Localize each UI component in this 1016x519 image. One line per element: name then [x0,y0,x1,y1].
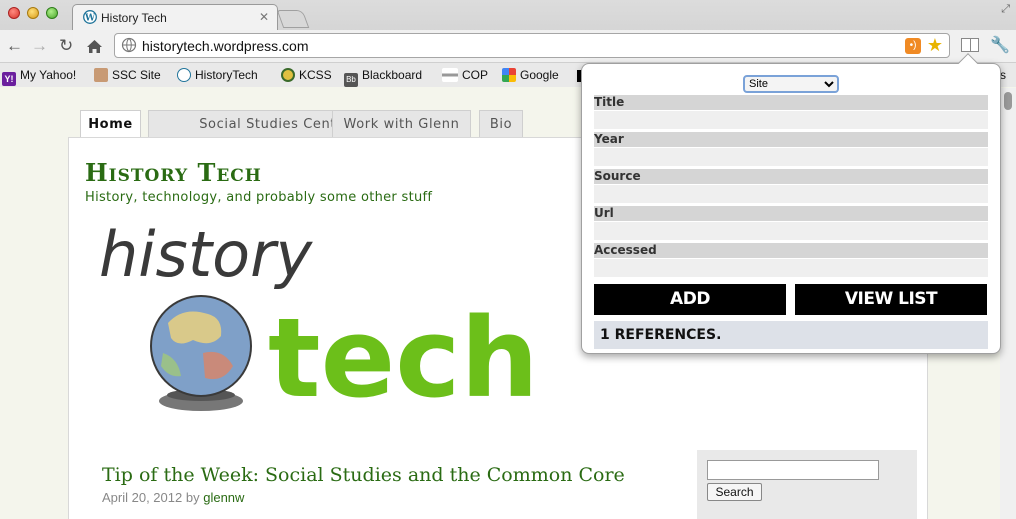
url-text: historytech.wordpress.com [142,38,309,54]
globe-icon [121,37,137,53]
bookmark-historytech[interactable]: HistoryTech [177,68,258,82]
cop-icon [442,68,458,82]
post-by: by [185,490,200,505]
person-icon [94,68,108,82]
yahoo-icon: Y! [2,72,16,86]
url-label: Url [594,206,988,221]
tab-title: History Tech [101,11,167,25]
home-icon[interactable] [86,39,103,54]
source-label: Source [594,169,988,184]
book-extension-icon[interactable] [961,38,979,52]
page-scrollbar[interactable] [1000,88,1016,519]
wrench-icon[interactable]: 🔧 [990,35,1010,55]
bookmark-star-icon[interactable]: ★ [927,35,943,56]
close-window-button[interactable] [8,7,20,19]
nav-tab-bio[interactable]: Bio [479,110,523,138]
history-tech-logo[interactable]: history tech [83,218,543,428]
nav-tab-work-with-glenn[interactable]: Work with Glenn [332,110,471,138]
add-button[interactable]: ADD [594,284,786,315]
accessed-field[interactable] [594,259,988,277]
post-author-link[interactable]: glennw [203,490,244,505]
reload-icon[interactable]: ↻ [59,36,73,56]
bookmark-my-yahoo[interactable]: Y! My Yahoo! [2,68,76,86]
bookmark-cop[interactable]: COP [442,68,488,82]
source-field[interactable] [594,185,988,203]
zoom-window-button[interactable] [46,7,58,19]
site-title[interactable]: History Tech [85,158,262,187]
new-tab-button[interactable] [276,10,310,28]
citation-popup: Site Title Year Source Url Accessed ADD … [581,53,1001,354]
view-list-button[interactable]: VIEW LIST [795,284,987,315]
forward-icon[interactable]: → [31,36,48,56]
bookmark-kcss[interactable]: KCSS [281,68,332,82]
back-icon[interactable]: ← [6,36,23,56]
sidebar-search-widget: Search [697,450,917,519]
search-input[interactable] [707,460,879,480]
address-bar[interactable]: historytech.wordpress.com •) ★ [114,33,950,58]
close-tab-icon[interactable]: ✕ [259,10,269,24]
wordpress-icon [177,68,191,82]
globe-icon [150,295,252,411]
post-date: April 20, 2012 [102,490,183,505]
svg-text:history: history [99,218,314,291]
bookmark-google[interactable]: Google [502,68,559,82]
rss-icon[interactable]: •) [905,38,921,54]
browser-tab[interactable]: W History Tech ✕ [72,4,278,30]
site-description: History, technology, and probably some o… [85,190,433,205]
toolbar: ← → ↻ historytech.wordpress.com •) ★ 🔧 [0,30,1016,62]
nav-tab-home[interactable]: Home [80,110,141,139]
references-count: 1 REFERENCES. [594,321,988,349]
scrollbar-thumb[interactable] [1004,92,1012,110]
blackboard-icon: Bb [344,73,358,87]
svg-text:tech: tech [268,294,539,422]
bookmark-blackboard[interactable]: Bb Blackboard [344,68,422,87]
title-field[interactable] [594,111,988,129]
fullscreen-icon[interactable]: ⤢ [1001,3,1010,16]
title-label: Title [594,95,988,110]
bookmark-ssc-site[interactable]: SSC Site [94,68,161,82]
wordpress-icon: W [83,10,97,24]
year-label: Year [594,132,988,147]
post-title-link[interactable]: Tip of the Week: Social Studies and the … [102,464,625,486]
accessed-label: Accessed [594,243,988,258]
svg-text:W: W [84,14,96,24]
source-type-select[interactable]: Site [743,75,839,93]
year-field[interactable] [594,148,988,166]
url-field[interactable] [594,222,988,240]
google-icon [502,68,516,82]
kcss-icon [281,68,295,82]
post-meta: April 20, 2012 by glennw [102,490,244,505]
minimize-window-button[interactable] [27,7,39,19]
search-button[interactable]: Search [707,483,762,501]
